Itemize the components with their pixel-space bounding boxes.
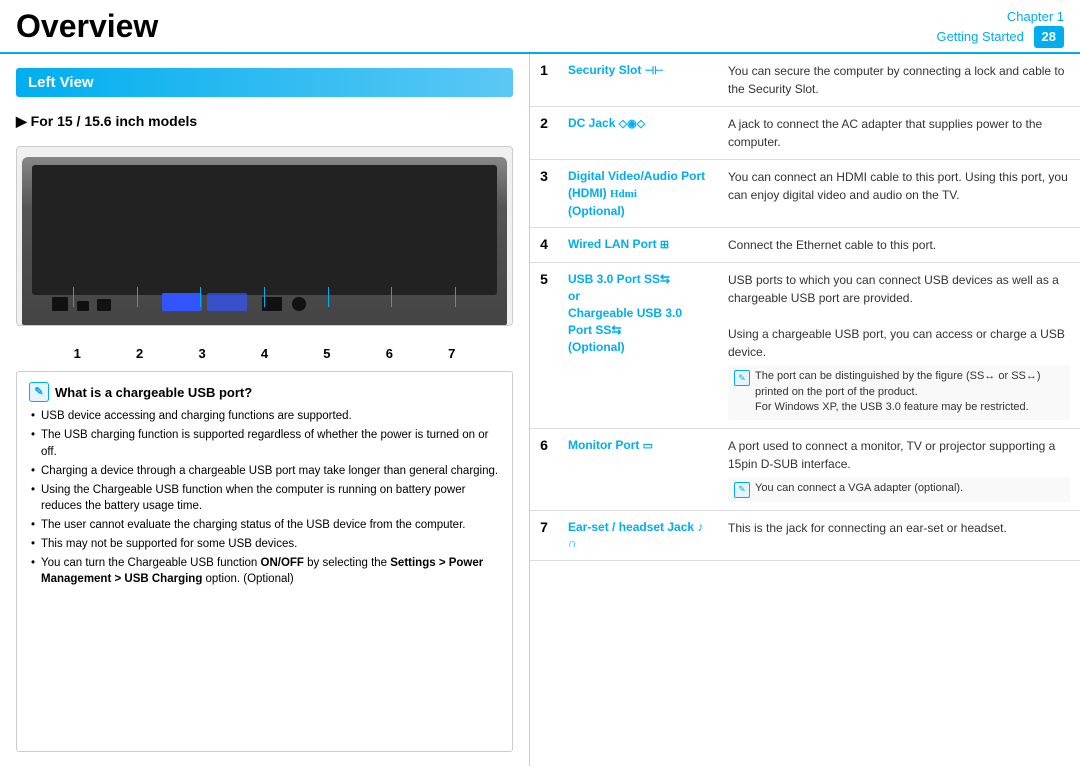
table-row: 4 Wired LAN Port ⊞ Connect the Ethernet …: [530, 228, 1080, 263]
table-row: 3 Digital Video/Audio Port (HDMI) Ηdmi (…: [530, 160, 1080, 228]
label-7: 7: [448, 346, 455, 361]
port-name: Ear-set / headset Jack ♪ ∩: [558, 510, 718, 561]
note-box: ✎ What is a chargeable USB port? USB dev…: [16, 371, 513, 752]
note-heading: What is a chargeable USB port?: [55, 383, 252, 403]
port-name: Wired LAN Port ⊞: [558, 228, 718, 263]
label-4: 4: [261, 346, 268, 361]
label-2: 2: [136, 346, 143, 361]
port-number: 1: [530, 54, 558, 107]
page-title: Overview: [16, 8, 158, 45]
list-item: USB device accessing and charging functi…: [29, 408, 500, 424]
note-icon: ✎: [29, 382, 49, 402]
table-row: 7 Ear-set / headset Jack ♪ ∩ This is the…: [530, 510, 1080, 561]
list-item: Using the Chargeable USB function when t…: [29, 482, 500, 514]
page-header: Overview Chapter 1 Getting Started 28: [0, 0, 1080, 54]
port-name: USB 3.0 Port SS⇆orChargeable USB 3.0 Por…: [558, 263, 718, 428]
model-label: For 15 / 15.6 inch models: [16, 113, 513, 130]
table-row: 1 Security Slot ⊣⊢ You can secure the co…: [530, 54, 1080, 107]
note-inline: ✎ The port can be distinguished by the f…: [728, 365, 1070, 419]
main-content: Left View For 15 / 15.6 inch models: [0, 54, 1080, 766]
label-3: 3: [198, 346, 205, 361]
note-inline: ✎ You can connect a VGA adapter (optiona…: [728, 477, 1070, 502]
port-number: 7: [530, 510, 558, 561]
port-number-labels: 1 2 3 4 5 6 7: [16, 346, 513, 361]
list-item: You can turn the Chargeable USB function…: [29, 555, 500, 587]
page-number: 28: [1034, 26, 1064, 48]
label-5: 5: [323, 346, 330, 361]
list-item: The USB charging function is supported r…: [29, 427, 500, 459]
inline-note-text: The port can be distinguished by the fig…: [755, 369, 1064, 415]
port-number: 6: [530, 428, 558, 510]
port-description: USB ports to which you can connect USB d…: [718, 263, 1080, 428]
right-panel: 1 Security Slot ⊣⊢ You can secure the co…: [530, 54, 1080, 766]
ports-table: 1 Security Slot ⊣⊢ You can secure the co…: [530, 54, 1080, 561]
left-panel: Left View For 15 / 15.6 inch models: [0, 54, 530, 766]
port-number: 4: [530, 228, 558, 263]
inline-note-icon: ✎: [734, 370, 750, 386]
label-1: 1: [74, 346, 81, 361]
note-title: ✎ What is a chargeable USB port?: [29, 382, 500, 402]
port-description: A jack to connect the AC adapter that su…: [718, 107, 1080, 160]
list-item: Charging a device through a chargeable U…: [29, 463, 500, 479]
port-description: A port used to connect a monitor, TV or …: [718, 428, 1080, 510]
chapter-info: Chapter 1 Getting Started 28: [936, 8, 1064, 48]
chapter-label: Chapter 1: [1007, 9, 1064, 24]
port-number: 5: [530, 263, 558, 428]
list-item: This may not be supported for some USB d…: [29, 536, 500, 552]
label-6: 6: [386, 346, 393, 361]
laptop-image: [16, 146, 513, 326]
table-row: 5 USB 3.0 Port SS⇆orChargeable USB 3.0 P…: [530, 263, 1080, 428]
note-list: USB device accessing and charging functi…: [29, 408, 500, 587]
port-number: 2: [530, 107, 558, 160]
port-description: You can connect an HDMI cable to this po…: [718, 160, 1080, 228]
port-name: DC Jack ◇◉◇: [558, 107, 718, 160]
table-row: 6 Monitor Port ▭ A port used to connect …: [530, 428, 1080, 510]
port-name: Digital Video/Audio Port (HDMI) Ηdmi (Op…: [558, 160, 718, 228]
table-row: 2 DC Jack ◇◉◇ A jack to connect the AC a…: [530, 107, 1080, 160]
inline-note-icon: ✎: [734, 482, 750, 498]
port-description: Connect the Ethernet cable to this port.: [718, 228, 1080, 263]
port-name: Monitor Port ▭: [558, 428, 718, 510]
list-item: The user cannot evaluate the charging st…: [29, 517, 500, 533]
port-name: Security Slot ⊣⊢: [558, 54, 718, 107]
port-description: This is the jack for connecting an ear-s…: [718, 510, 1080, 561]
inline-note-text: You can connect a VGA adapter (optional)…: [755, 481, 963, 498]
section-header: Left View: [16, 68, 513, 97]
port-number: 3: [530, 160, 558, 228]
chapter-sub: Getting Started: [936, 29, 1023, 44]
port-description: You can secure the computer by connectin…: [718, 54, 1080, 107]
